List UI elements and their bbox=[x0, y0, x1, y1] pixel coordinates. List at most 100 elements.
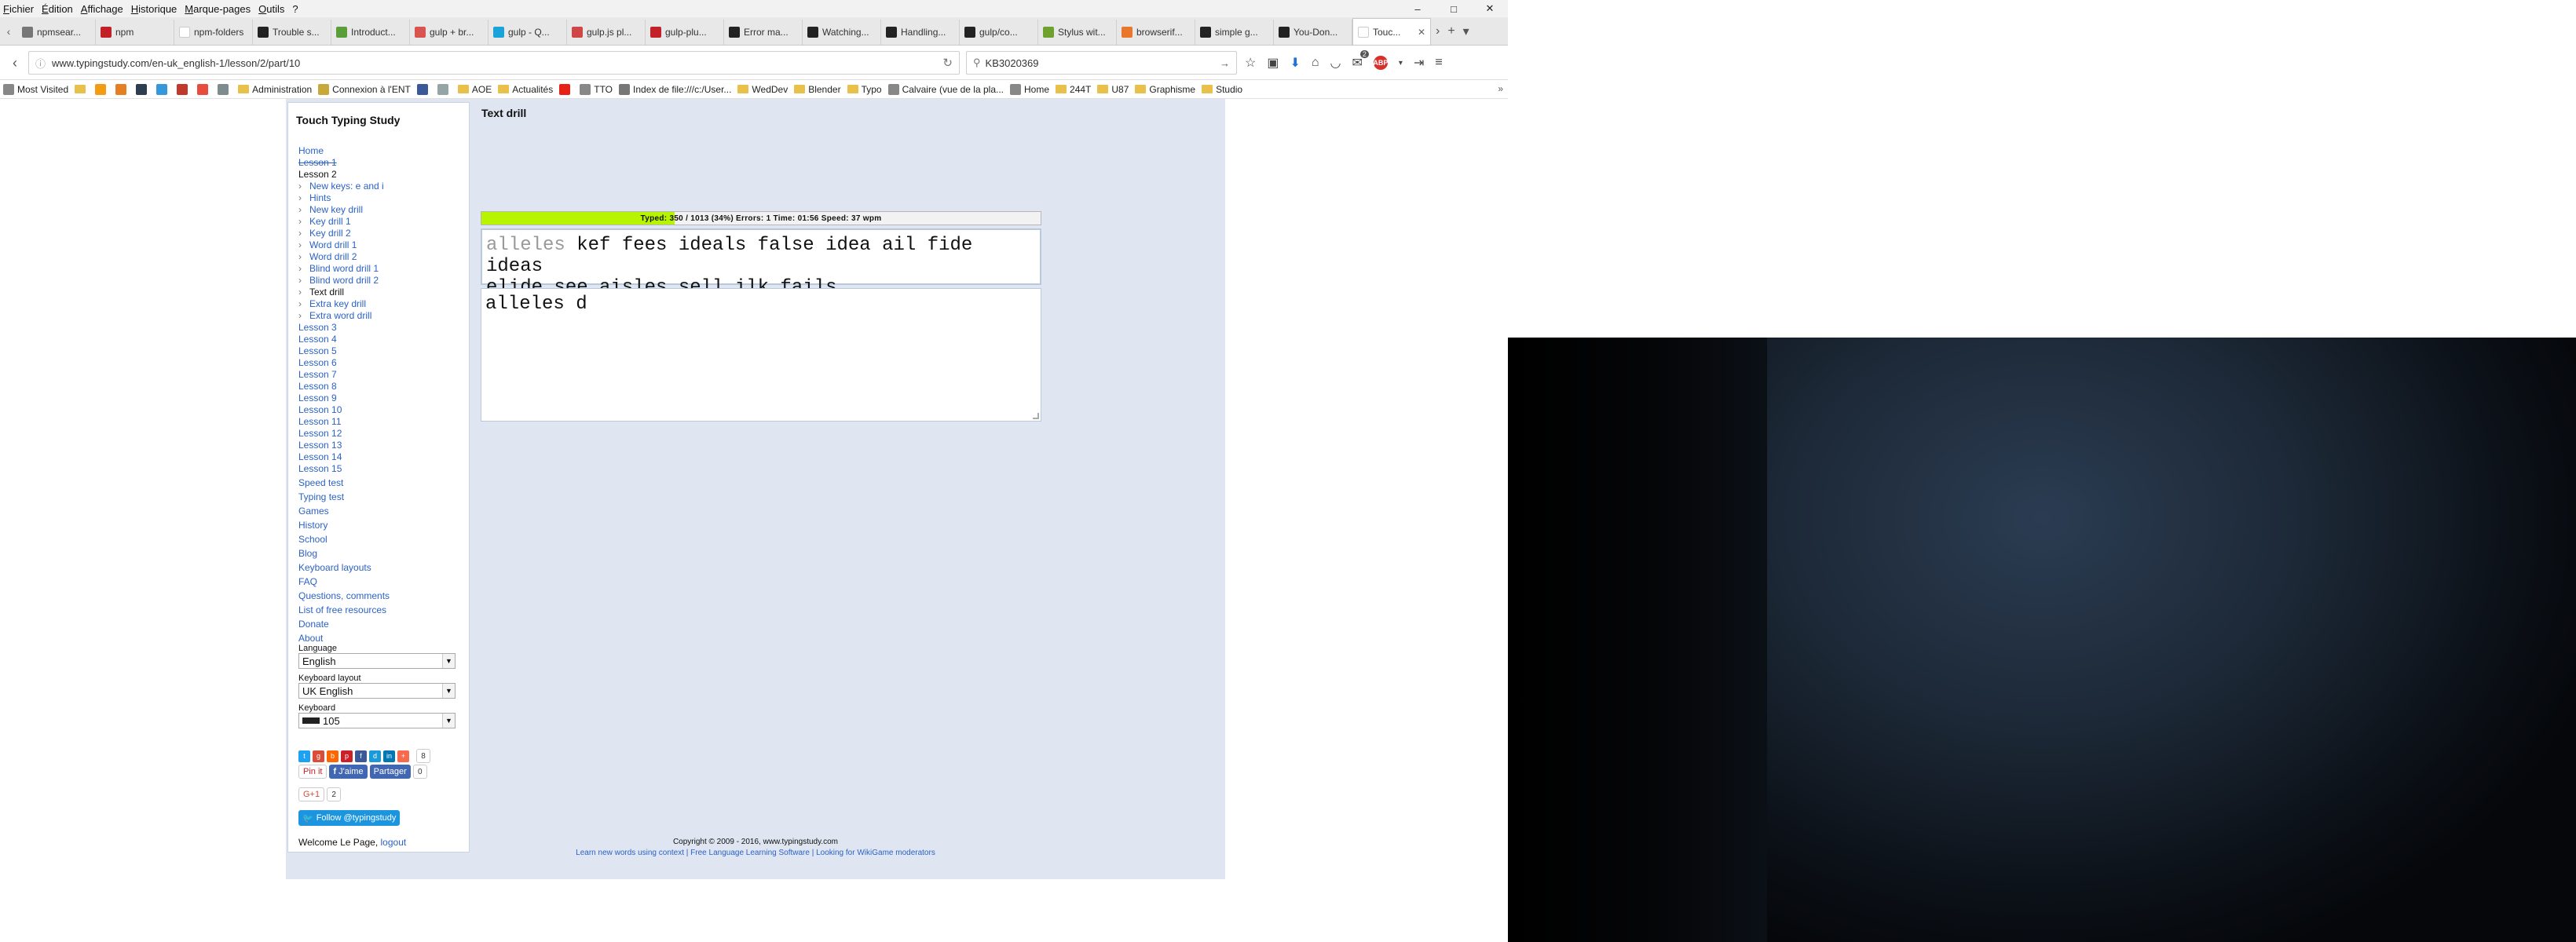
bookmark-item[interactable] bbox=[115, 83, 130, 95]
bookmark-item[interactable]: TTO bbox=[580, 83, 613, 95]
resize-grip-icon[interactable] bbox=[1033, 413, 1039, 419]
sidebar-link-extra[interactable]: Questions, comments bbox=[298, 590, 390, 601]
browser-tab[interactable]: Error ma... bbox=[724, 20, 803, 45]
bookmark-item[interactable]: Calvaire (vue de la pla... bbox=[887, 83, 1004, 95]
sidebar-link-extra[interactable]: Games bbox=[298, 506, 329, 517]
tab-scroll-right-icon[interactable]: › bbox=[1436, 24, 1440, 38]
browser-tab[interactable]: npm bbox=[96, 20, 174, 45]
back-button[interactable]: ‹ bbox=[3, 51, 27, 75]
sidebar-sublink[interactable]: Word drill 2 bbox=[298, 251, 357, 262]
sidebar-link-extra[interactable]: FAQ bbox=[298, 576, 317, 587]
sidebar-link-extra[interactable]: About bbox=[298, 633, 323, 644]
bookmark-item[interactable] bbox=[559, 83, 573, 95]
facebook-share-button[interactable]: Partager bbox=[369, 765, 411, 779]
sidebar-link-lesson[interactable]: Lesson 8 bbox=[298, 381, 337, 392]
twitter-follow-button[interactable]: 🐦 Follow @typingstudy bbox=[298, 810, 401, 826]
sidebar-link-extra[interactable]: List of free resources bbox=[298, 604, 386, 615]
bookmark-item[interactable] bbox=[218, 83, 232, 95]
menu-item-0[interactable]: Fichier bbox=[3, 3, 34, 15]
sidebar-link-lesson[interactable]: Lesson 10 bbox=[298, 404, 342, 415]
search-go-icon[interactable]: → bbox=[1220, 57, 1230, 69]
language-select[interactable]: English ▼ bbox=[298, 653, 456, 669]
bookmark-item[interactable]: 244T bbox=[1056, 84, 1091, 95]
browser-tab[interactable]: gulp-plu... bbox=[646, 20, 724, 45]
bookmark-item[interactable]: Index de file:///c:/User... bbox=[619, 83, 731, 95]
sidebar-link-extra[interactable]: Blog bbox=[298, 548, 317, 559]
hamburger-menu-icon[interactable]: ≡ bbox=[1435, 56, 1442, 70]
bookmark-item[interactable] bbox=[437, 83, 452, 95]
bookmark-item[interactable]: Typo bbox=[847, 84, 882, 95]
adblock-icon[interactable]: ABP bbox=[1373, 56, 1388, 70]
browser-tab[interactable]: Handling... bbox=[881, 20, 960, 45]
reading-list-icon[interactable]: ▣ bbox=[1267, 55, 1279, 71]
facebook-share-icon[interactable]: f bbox=[355, 750, 367, 762]
browser-tab[interactable]: You-Don... bbox=[1274, 20, 1352, 45]
bookmark-item[interactable]: Home bbox=[1010, 83, 1049, 95]
sidebar-sublink[interactable]: Key drill 1 bbox=[298, 216, 351, 227]
url-bar[interactable]: ⓘ www.typingstudy.com/en-uk_english-1/le… bbox=[28, 51, 960, 75]
bookmark-item[interactable]: Studio bbox=[1202, 84, 1242, 95]
menu-item-5[interactable]: Outils bbox=[258, 3, 284, 15]
sidebar-link-lesson[interactable]: Lesson 15 bbox=[298, 463, 342, 474]
sidebar-link-home[interactable]: Home bbox=[298, 145, 324, 156]
tab-close-icon[interactable]: ✕ bbox=[1418, 27, 1425, 38]
sidebar-sublink[interactable]: Blind word drill 1 bbox=[298, 263, 379, 274]
menu-item-6[interactable]: ? bbox=[292, 3, 298, 15]
sidebar-sublink[interactable]: New key drill bbox=[298, 204, 363, 215]
sidebar-sublink[interactable]: New keys: e and i bbox=[298, 181, 384, 192]
gplus-share-icon[interactable]: g bbox=[313, 750, 324, 762]
sidebar-link-lesson[interactable]: Lesson 14 bbox=[298, 451, 342, 462]
bookmark-item[interactable]: Actualités bbox=[498, 84, 553, 95]
bookmark-item[interactable] bbox=[156, 83, 170, 95]
sidebar-link-lesson[interactable]: Lesson 7 bbox=[298, 369, 337, 380]
sidebar-sublink[interactable]: Word drill 1 bbox=[298, 239, 357, 250]
pinterest-share-icon[interactable]: p bbox=[341, 750, 353, 762]
addthis-share-icon[interactable]: + bbox=[397, 750, 409, 762]
bookmark-item[interactable]: Graphisme bbox=[1135, 84, 1195, 95]
sidebar-link-lesson[interactable]: Lesson 6 bbox=[298, 357, 337, 368]
sidebar-link-extra[interactable]: School bbox=[298, 534, 327, 545]
url-text[interactable]: www.typingstudy.com/en-uk_english-1/less… bbox=[52, 57, 300, 69]
browser-tab[interactable]: gulp/co... bbox=[960, 20, 1038, 45]
sidebar-toggle-icon[interactable]: ⇥ bbox=[1414, 55, 1424, 71]
menu-item-2[interactable]: Affichage bbox=[81, 3, 123, 15]
sidebar-link-lesson[interactable]: Lesson 12 bbox=[298, 428, 342, 439]
bookmark-item[interactable] bbox=[197, 83, 211, 95]
mail-icon[interactable]: ✉ 2 bbox=[1352, 50, 1369, 71]
browser-tab[interactable]: Stylus wit... bbox=[1038, 20, 1117, 45]
browser-tab[interactable]: simple g... bbox=[1195, 20, 1274, 45]
browser-tab[interactable]: npmsear... bbox=[17, 20, 96, 45]
footer-links[interactable]: Learn new words using context | Free Lan… bbox=[286, 849, 1225, 857]
tab-scroll-left-icon[interactable]: ‹ bbox=[0, 18, 17, 45]
sidebar-sublink[interactable]: Hints bbox=[298, 192, 331, 203]
bookmark-star-icon[interactable]: ☆ bbox=[1245, 55, 1256, 71]
bookmark-item[interactable] bbox=[75, 85, 89, 93]
keyboard-layout-select[interactable]: UK English ▼ bbox=[298, 683, 456, 699]
downloads-icon[interactable]: ⬇ bbox=[1290, 55, 1300, 71]
pocket-icon[interactable]: ◡ bbox=[1330, 55, 1341, 71]
facebook-like-button[interactable]: f J'aime bbox=[329, 765, 368, 779]
sidebar-link-lesson[interactable]: Lesson 13 bbox=[298, 440, 342, 451]
bookmarks-overflow-icon[interactable]: » bbox=[1498, 83, 1503, 94]
tab-list-icon[interactable]: ▾ bbox=[1463, 24, 1469, 39]
sidebar-link-extra[interactable]: Typing test bbox=[298, 491, 344, 502]
close-window-button[interactable]: ✕ bbox=[1472, 0, 1508, 17]
sidebar-link-lesson[interactable]: Lesson 5 bbox=[298, 345, 337, 356]
sidebar-link-lesson[interactable]: Lesson 9 bbox=[298, 392, 337, 403]
bookmark-item[interactable]: WedDev bbox=[737, 84, 788, 95]
minimize-button[interactable]: – bbox=[1400, 0, 1436, 17]
sidebar-link-extra[interactable]: Keyboard layouts bbox=[298, 562, 371, 573]
browser-tab[interactable]: Trouble s... bbox=[253, 20, 331, 45]
browser-tab[interactable]: gulp + br... bbox=[410, 20, 488, 45]
adblock-menu-icon[interactable]: ▾ bbox=[1399, 59, 1403, 68]
bookmark-item[interactable] bbox=[136, 83, 150, 95]
gplus-button[interactable]: G+1 bbox=[298, 787, 325, 801]
bookmark-item[interactable]: Most Visited bbox=[3, 83, 68, 95]
sidebar-link-lesson[interactable]: Lesson 4 bbox=[298, 334, 337, 345]
bookmark-item[interactable]: Blender bbox=[794, 84, 841, 95]
sidebar-link-extra[interactable]: History bbox=[298, 520, 327, 531]
menu-item-1[interactable]: Édition bbox=[42, 3, 73, 15]
delicious-share-icon[interactable]: d bbox=[369, 750, 381, 762]
typing-input[interactable]: alleles d bbox=[481, 288, 1041, 422]
bookmark-item[interactable] bbox=[95, 83, 109, 95]
